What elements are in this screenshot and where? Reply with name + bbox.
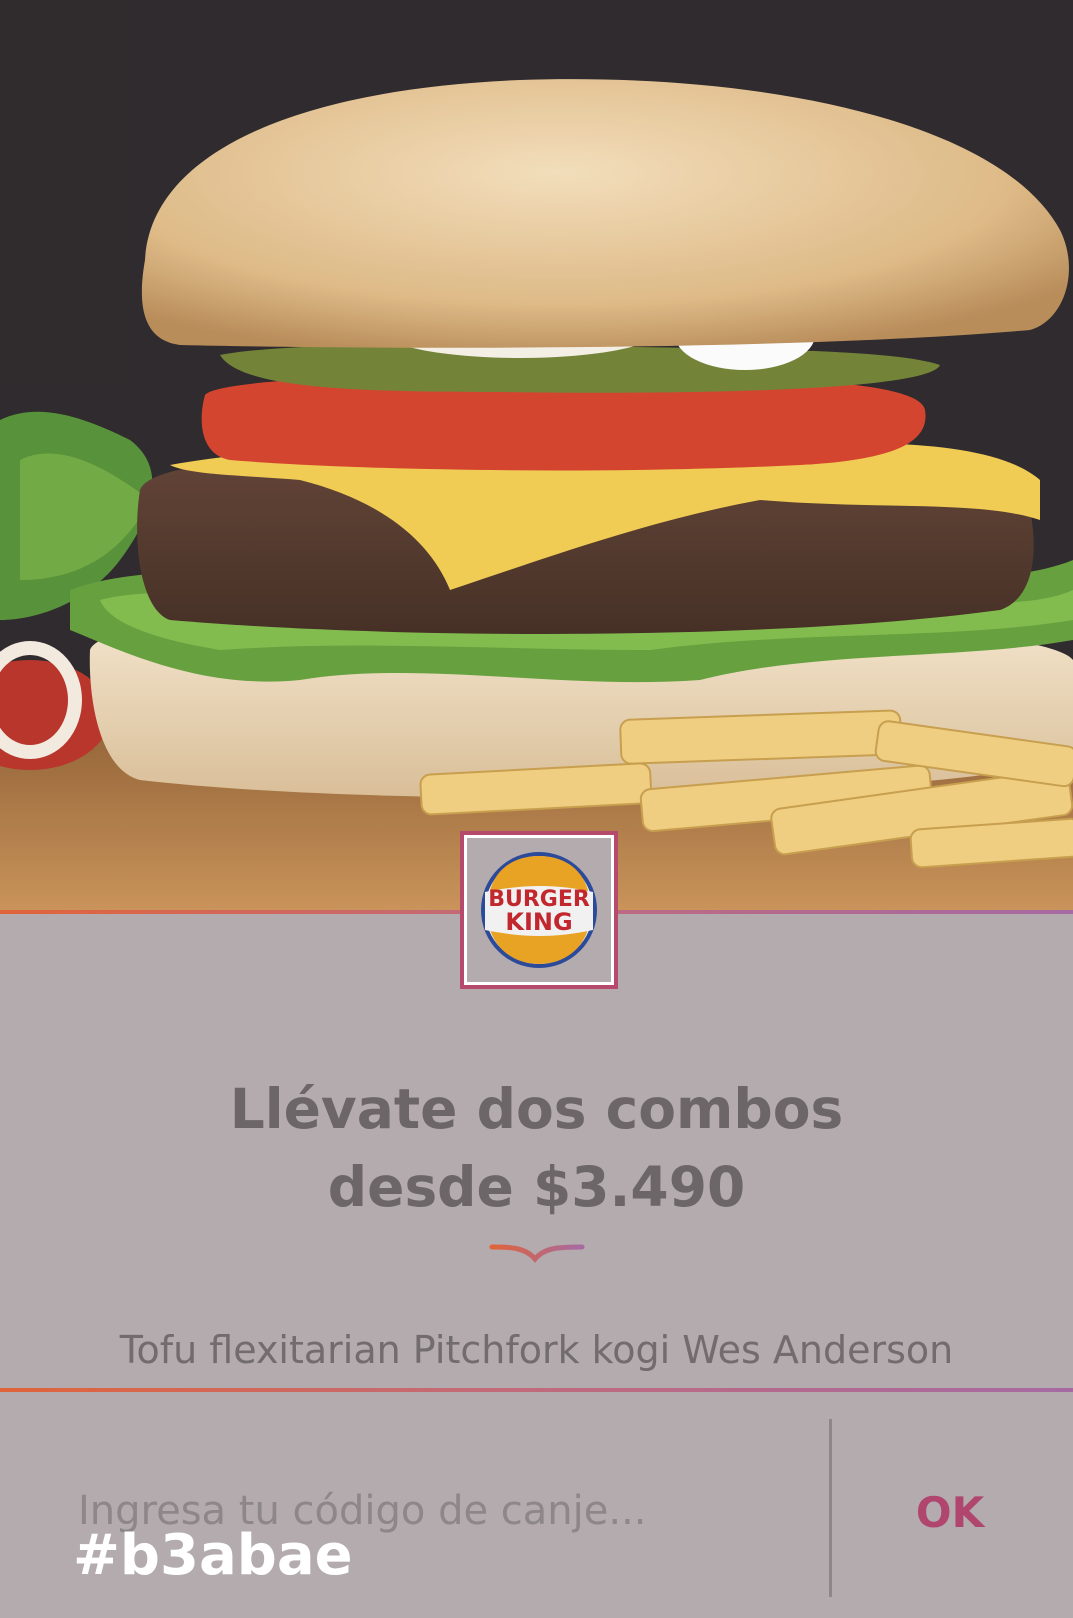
burger-photo — [0, 0, 1073, 912]
brand-logo-frame: BURGER KING — [460, 831, 618, 989]
headline-line-2: desde $3.490 — [327, 1155, 746, 1219]
offer-headline: Llévate dos combos desde $3.490 — [0, 1070, 1073, 1226]
logo-text-king: KING — [505, 908, 572, 936]
ok-button[interactable]: OK — [880, 1472, 1020, 1552]
redeem-separator — [829, 1419, 832, 1597]
offer-subtitle: Tofu flexitarian Pitchfork kogi Wes Ande… — [119, 1328, 954, 1372]
color-hex-label: #b3abae — [73, 1523, 353, 1588]
decorative-tick-icon — [489, 1244, 585, 1263]
hero-image — [0, 0, 1073, 912]
burger-king-logo: BURGER KING — [481, 852, 597, 968]
headline-line-1: Llévate dos combos — [229, 1077, 844, 1141]
